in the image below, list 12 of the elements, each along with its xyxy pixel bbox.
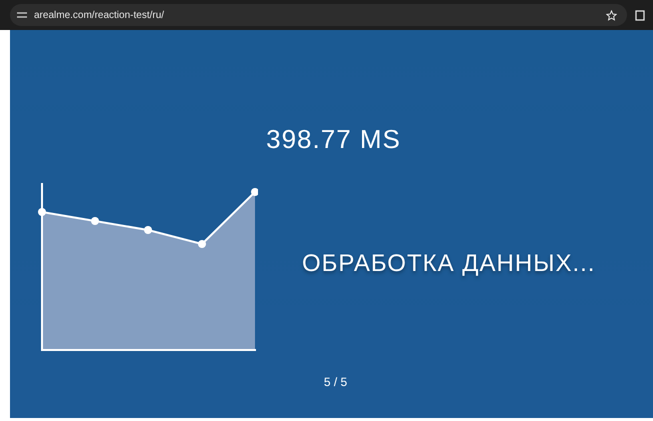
processing-status: ОБРАБОТКА ДАННЫХ...: [301, 249, 596, 278]
star-icon[interactable]: [606, 10, 617, 20]
address-bar[interactable]: arealme.com/reaction-test/ru/: [10, 4, 627, 26]
reaction-time-result: 398.77 MS: [266, 124, 401, 155]
chart-point: [91, 217, 99, 225]
round-counter: 5 / 5: [324, 374, 348, 391]
chart-point: [251, 188, 258, 196]
chart-point: [38, 208, 46, 216]
site-settings-icon[interactable]: [16, 10, 28, 20]
url-text[interactable]: arealme.com/reaction-test/ru/: [34, 10, 600, 20]
chart-point: [144, 226, 152, 234]
chart-point: [198, 240, 206, 248]
